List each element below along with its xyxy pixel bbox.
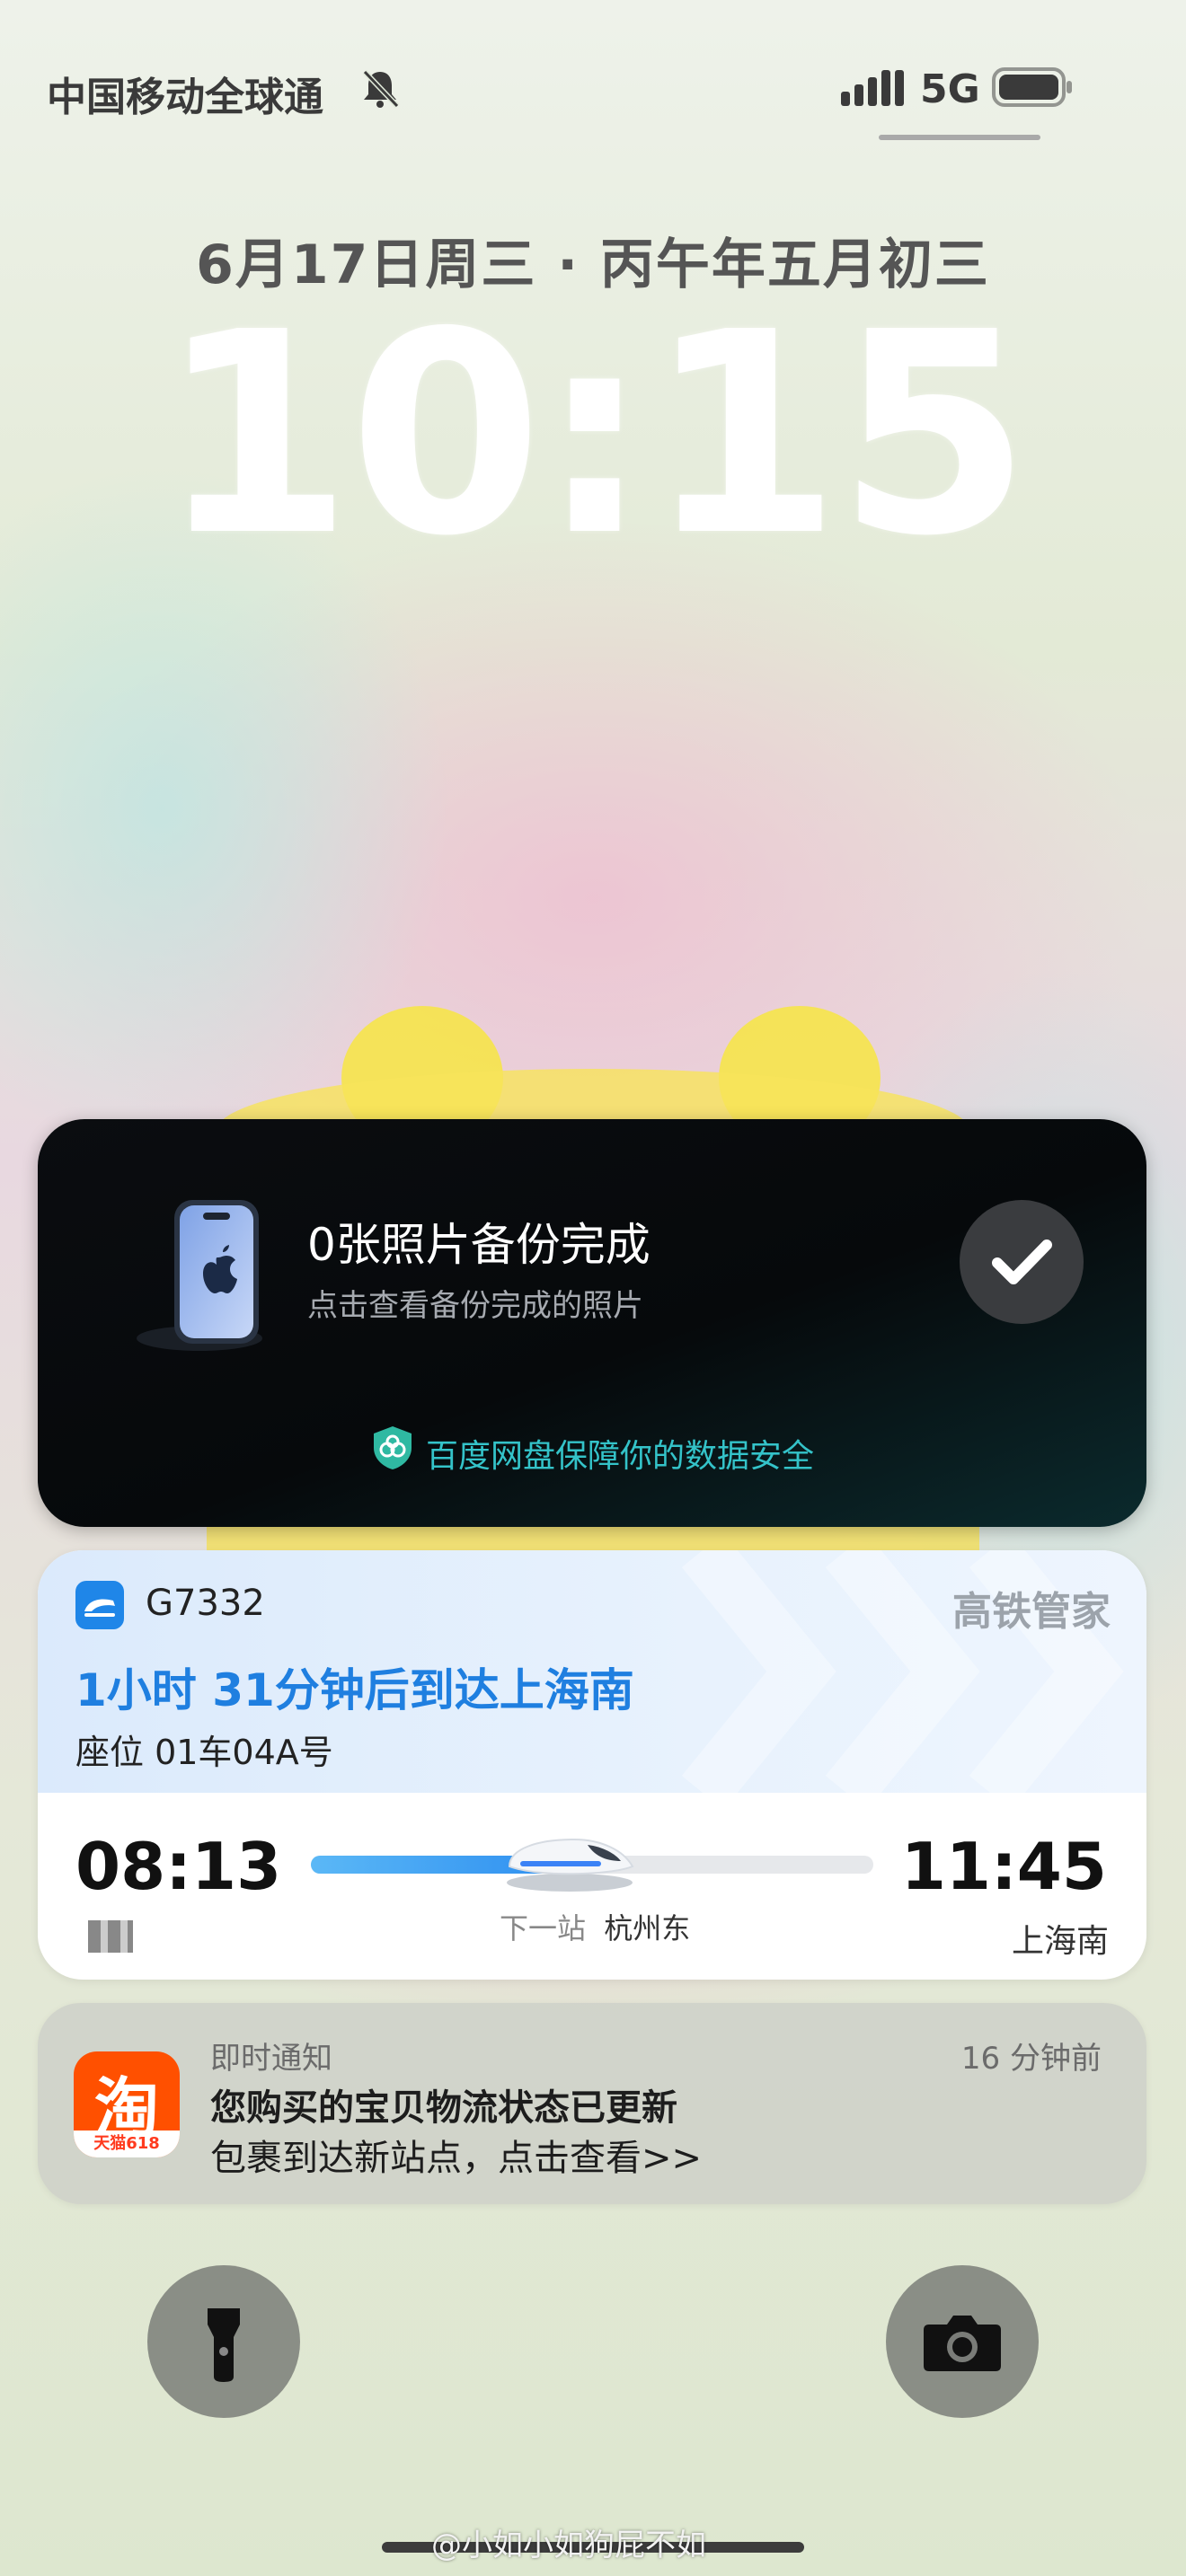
depart-time: 08:13 (75, 1829, 282, 1904)
taobao-notification[interactable]: 淘 天猫618 即时通知 16 分钟前 您购买的宝贝物流状态已更新 包裹到达新站… (38, 2003, 1146, 2204)
battery-icon (992, 66, 1075, 108)
camera-button[interactable] (886, 2265, 1039, 2418)
bell-muted-icon (358, 66, 403, 111)
control-center-indicator[interactable] (879, 135, 1040, 140)
network-type: 5G (920, 66, 980, 112)
watermark: @小如小如狗屁不如 (431, 2527, 706, 2563)
carrier-name: 中国移动全球通 (47, 75, 323, 120)
camera-icon (924, 2316, 1001, 2371)
depart-station-redacted (88, 1920, 133, 1953)
phone-illustration-icon (137, 1195, 271, 1356)
train-marker-icon (502, 1831, 637, 1893)
next-stop-name: 杭州东 (604, 1911, 691, 1945)
next-stop-label: 下一站 (500, 1911, 587, 1945)
baidu-backup-notification[interactable]: 0张照片备份完成 点击查看备份完成的照片 百度网盘保障你的数据安全 (38, 1119, 1146, 1527)
shield-icon (372, 1425, 413, 1471)
baidu-footer: 百度网盘保障你的数据安全 (426, 1438, 815, 1475)
baidu-subtitle: 点击查看备份完成的照片 (307, 1288, 643, 1324)
baidu-title: 0张照片备份完成 (307, 1219, 651, 1271)
signal-icon (841, 68, 904, 106)
train-app-brand: 高铁管家 (952, 1589, 1111, 1635)
train-number: G7332 (146, 1583, 265, 1624)
taobao-icon-sub: 天猫618 (93, 2134, 160, 2153)
destination-station: 上海南 (1011, 1923, 1109, 1960)
lock-clock: 10:15 (158, 273, 1031, 597)
taobao-timestamp: 16 分钟前 (960, 2041, 1102, 2077)
taobao-title: 您购买的宝贝物流状态已更新 (210, 2087, 677, 2129)
train-live-activity[interactable]: G7332 高铁管家 1小时 31分钟后到达上海南 座位 01车04A号 08:… (38, 1550, 1146, 1980)
seat-info: 座位 01车04A号 (75, 1733, 333, 1772)
arrive-time: 11:45 (900, 1829, 1107, 1904)
checkmark-icon (992, 1239, 1052, 1284)
flashlight-icon (208, 2308, 240, 2382)
checkmark-button[interactable] (960, 1200, 1084, 1324)
arrival-countdown: 1小时 31分钟后到达上海南 (75, 1664, 634, 1716)
train-app-icon (75, 1581, 124, 1629)
flashlight-button[interactable] (147, 2265, 300, 2418)
taobao-app-label: 即时通知 (210, 2041, 332, 2077)
taobao-body: 包裹到达新站点，点击查看>> (210, 2138, 703, 2179)
taobao-app-icon: 淘 天猫618 (74, 2051, 180, 2157)
next-stop-row: 下一站 杭州东 (500, 1906, 690, 1947)
